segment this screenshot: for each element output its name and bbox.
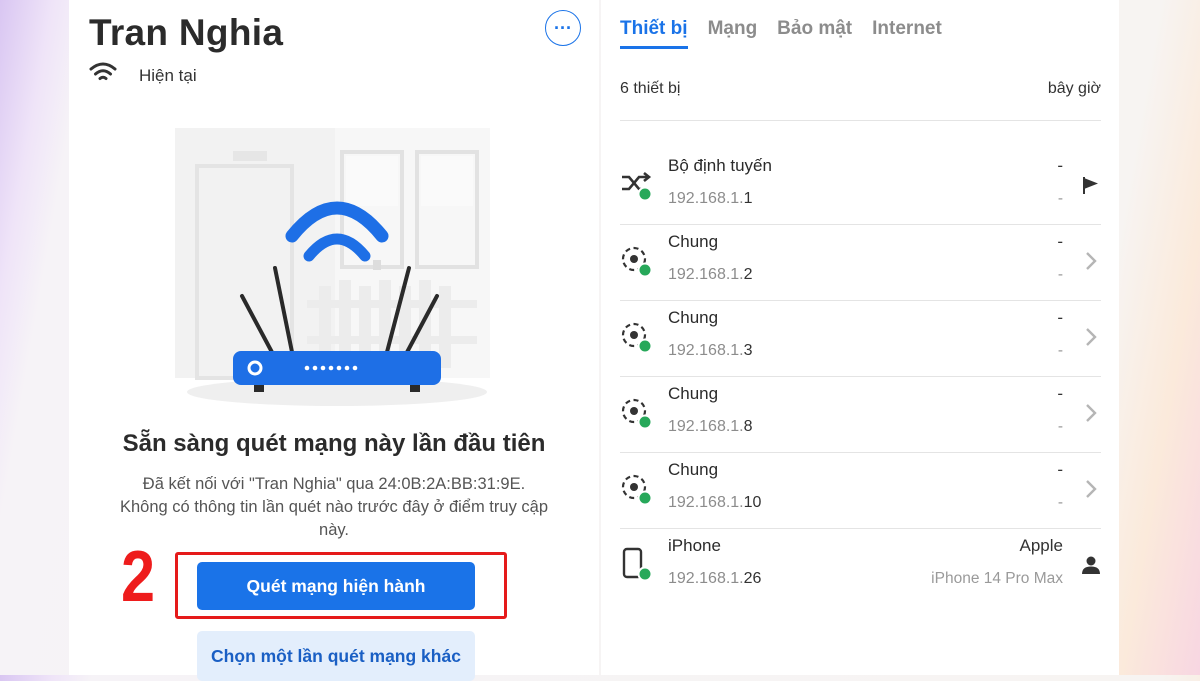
devices-panel: Thiết bị Mạng Bảo mật Internet 6 thiết b…	[601, 0, 1119, 675]
scan-headline: Sẵn sàng quét mạng này lần đầu tiên	[122, 430, 546, 457]
scan-current-network-button[interactable]: Quét mạng hiện hành	[197, 562, 475, 610]
device-vendor: Apple	[1019, 536, 1063, 555]
wifi-icon	[89, 62, 117, 89]
chevron-right-icon[interactable]	[1081, 478, 1101, 500]
generic-device-icon	[620, 394, 653, 430]
device-vendor: -	[1057, 384, 1063, 403]
flag-icon[interactable]	[1081, 174, 1101, 196]
chevron-right-icon[interactable]	[1081, 326, 1101, 348]
device-vendor: -	[1057, 156, 1063, 175]
tab-network[interactable]: Mạng	[708, 18, 758, 49]
device-model: iPhone 14 Pro Max	[931, 570, 1063, 587]
phone-icon	[620, 546, 653, 582]
choose-other-scan-button[interactable]: Chọn một lần quét mạng khác	[197, 631, 475, 681]
step-callout-number: 2	[121, 537, 156, 617]
tab-internet[interactable]: Internet	[872, 18, 942, 49]
chevron-right-icon[interactable]	[1081, 250, 1101, 272]
device-name: Chung	[668, 232, 719, 251]
router-illustration	[175, 128, 490, 406]
more-options-button[interactable]: ···	[545, 10, 581, 46]
generic-device-icon	[620, 242, 653, 278]
scan-description: Đã kết nối với "Tran Nghia" qua 24:0B:2A…	[119, 475, 549, 539]
device-model: -	[1057, 342, 1063, 359]
router-shuffle-icon	[620, 166, 653, 202]
device-name: Chung	[668, 308, 719, 327]
device-name: iPhone	[668, 536, 721, 555]
network-detail-panel: Tran Nghia Hiện tại ··· Sẵn sàng quét mạ…	[69, 0, 599, 681]
more-icon: ···	[554, 18, 572, 38]
device-ip: 192.168.1.2	[668, 266, 753, 283]
device-model: -	[1057, 266, 1063, 283]
tab-devices[interactable]: Thiết bị	[620, 18, 688, 49]
device-ip: 192.168.1.26	[668, 570, 762, 587]
device-row[interactable]: Chung 192.168.1.2 - -	[620, 224, 1101, 300]
device-ip: 192.168.1.1	[668, 190, 753, 207]
device-model: -	[1057, 190, 1063, 207]
device-ip: 192.168.1.10	[668, 494, 762, 511]
device-row[interactable]: Chung 192.168.1.10 - -	[620, 452, 1101, 528]
connection-status: Hiện tại	[139, 65, 197, 85]
chevron-right-icon[interactable]	[1081, 402, 1101, 424]
device-model: -	[1057, 418, 1063, 435]
connection-status-row: Hiện tại	[89, 62, 197, 89]
device-row[interactable]: Chung 192.168.1.3 - -	[620, 300, 1101, 376]
device-name: Chung	[668, 460, 719, 479]
device-row-router[interactable]: Bộ định tuyến 192.168.1.1 - -	[620, 148, 1101, 224]
generic-device-icon	[620, 318, 653, 354]
device-vendor: -	[1057, 308, 1063, 327]
device-count: 6 thiết bị	[620, 80, 681, 97]
device-model: -	[1057, 494, 1063, 511]
device-row-iphone[interactable]: iPhone 192.168.1.26 Apple iPhone 14 Pro …	[620, 528, 1101, 604]
divider	[620, 120, 1101, 121]
device-ip: 192.168.1.3	[668, 342, 753, 359]
devices-summary: 6 thiết bị bây giờ	[620, 80, 1101, 98]
device-vendor: -	[1057, 232, 1063, 251]
device-name: Bộ định tuyến	[668, 156, 772, 175]
tab-security[interactable]: Bảo mật	[777, 18, 852, 49]
network-name: Tran Nghia	[89, 12, 284, 53]
device-vendor: -	[1057, 460, 1063, 479]
generic-device-icon	[620, 470, 653, 506]
device-name: Chung	[668, 384, 719, 403]
device-row[interactable]: Chung 192.168.1.8 - -	[620, 376, 1101, 452]
person-icon[interactable]	[1081, 554, 1101, 576]
scan-time: bây giờ	[1047, 80, 1101, 97]
tab-bar: Thiết bị Mạng Bảo mật Internet	[620, 18, 962, 49]
device-ip: 192.168.1.8	[668, 418, 753, 435]
